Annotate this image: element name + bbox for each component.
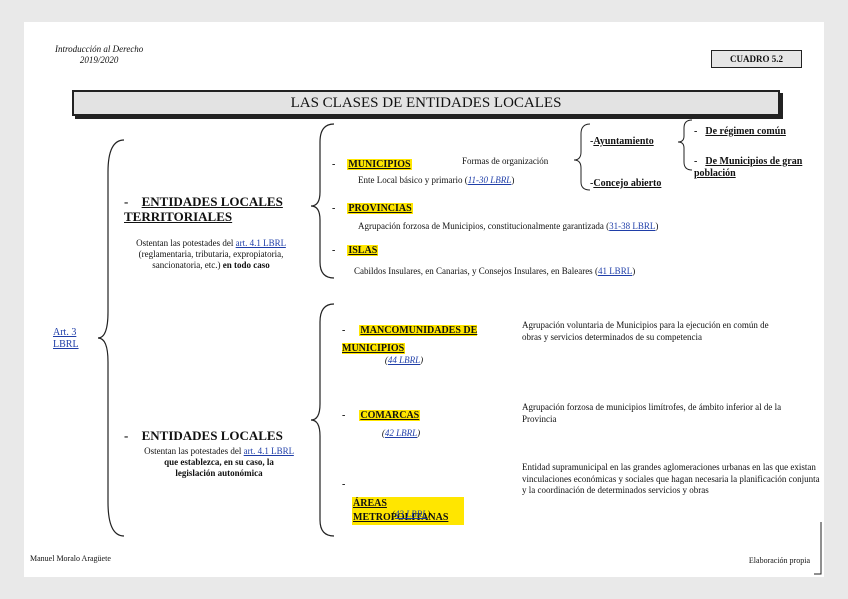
islas-desc-close: ) xyxy=(632,266,636,276)
right-edge-tick xyxy=(814,522,822,575)
municipios-desc: Ente Local básico y primario (11-30 LBRL… xyxy=(358,175,514,186)
comarcas-row: - COMARCAS xyxy=(342,405,421,423)
municipios-label: MUNICIPIOS xyxy=(347,159,412,170)
provincias-desc: Agrupación forzosa de Municipios, consti… xyxy=(358,221,658,232)
territorial-desc-link[interactable]: art. 4.1 LBRL xyxy=(236,238,286,248)
root-brace xyxy=(97,139,125,537)
provincias-row: - PROVINCIAS xyxy=(332,198,413,216)
islas-desc: Cabildos Insulares, en Canarias, y Conse… xyxy=(354,266,635,277)
ayuntamiento-row: -Ayuntamiento xyxy=(590,136,654,147)
org-brace xyxy=(573,123,591,191)
provincias-label: PROVINCIAS xyxy=(347,203,413,214)
comarcas-label: COMARCAS xyxy=(359,410,421,421)
islas-label: ISLAS xyxy=(347,245,379,256)
areas-desc: Entidad supramunicipal en las grandes ag… xyxy=(522,462,820,495)
comarcas-desc: Agrupación forzosa de municipios limítro… xyxy=(522,402,782,424)
concejo-row: -Concejo abierto xyxy=(590,178,662,189)
gran-poblacion-label: De Municipios de gran población xyxy=(694,156,803,179)
document-page: Introducción al Derecho 2019/2020 CUADRO… xyxy=(24,22,824,577)
territorial-desc-prefix: Ostentan las potestades del xyxy=(136,238,234,248)
org-forms-label: Formas de organización xyxy=(462,156,549,166)
other-title: ENTIDADES LOCALES xyxy=(141,428,283,443)
ayuntamiento-label: Ayuntamiento xyxy=(593,136,654,147)
areas-ref: (43 LBRL) xyxy=(391,509,431,519)
islas-link[interactable]: 41 LBRL xyxy=(598,266,632,276)
other-brace xyxy=(310,303,335,537)
territorial-desc-bold: en todo caso xyxy=(222,260,270,270)
mancomunidades-row: - MANCOMUNIDADES DE MUNICIPIOS xyxy=(342,320,492,356)
regimen-comun-label: De régimen común xyxy=(705,126,786,137)
comarcas-ref: (42 LBRL) xyxy=(381,428,421,438)
provincias-desc-text: Agrupación forzosa de Municipios, consti… xyxy=(358,221,610,231)
islas-row: - ISLAS xyxy=(332,240,379,258)
municipios-bullet: - xyxy=(332,159,336,170)
comarcas-bullet: - xyxy=(342,410,346,421)
gran-poblacion-row: - De Municipios de gran población xyxy=(694,156,803,179)
municipios-link[interactable]: 11-30 LBRL xyxy=(468,175,512,185)
territorial-bullet: - xyxy=(124,194,129,209)
mancomunidades-desc: Agrupación voluntaria de Municipios para… xyxy=(522,320,769,342)
territorial-description: Ostentan las potestades del art. 4.1 LBR… xyxy=(136,238,286,271)
other-heading: - ENTIDADES LOCALES xyxy=(124,428,309,443)
other-bullet: - xyxy=(124,428,129,443)
root-link-text[interactable]: Art. 3 LBRL xyxy=(53,327,79,350)
regimen-comun-row: - De régimen común xyxy=(694,126,786,137)
mancomunidades-link[interactable]: 44 LBRL xyxy=(388,355,420,365)
provincias-bullet: - xyxy=(332,203,336,214)
municipios-row: - MUNICIPIOS xyxy=(332,154,412,172)
comarcas-link[interactable]: 42 LBRL xyxy=(385,428,417,438)
territorial-heading: - ENTIDADES LOCALES TERRITORIALES xyxy=(124,194,309,224)
mancomunidades-bullet: - xyxy=(342,325,346,336)
other-desc-link[interactable]: art. 4.1 LBRL xyxy=(244,446,294,456)
other-desc-prefix: Ostentan las potestades del xyxy=(144,446,242,456)
mancomunidades-ref: (44 LBRL) xyxy=(384,355,424,365)
root-link-art3[interactable]: Art. 3 LBRL xyxy=(53,327,93,351)
other-description: Ostentan las potestades del art. 4.1 LBR… xyxy=(144,446,294,479)
islas-bullet: - xyxy=(332,245,336,256)
provincias-desc-close: ) xyxy=(655,221,659,231)
footer-source: Elaboración propia xyxy=(748,556,810,565)
areas-link[interactable]: 43 LBRL xyxy=(395,509,427,519)
territorial-title: ENTIDADES LOCALES TERRITORIALES xyxy=(124,194,283,224)
other-desc-bold: que establezca, en su caso, la legislaci… xyxy=(164,457,274,478)
concejo-abierto-label: Concejo abierto xyxy=(593,178,662,189)
ayuntamiento-brace xyxy=(677,119,693,171)
territorial-brace xyxy=(310,123,335,279)
islas-desc-text: Cabildos Insulares, en Canarias, y Conse… xyxy=(354,266,598,276)
provincias-link[interactable]: 31-38 LBRL xyxy=(609,221,655,231)
mancomunidades-label: MANCOMUNIDADES DE MUNICIPIOS xyxy=(342,325,478,354)
municipios-desc-close: ) xyxy=(511,175,515,185)
areas-bullet: - xyxy=(342,479,346,490)
municipios-desc-text: Ente Local básico y primario ( xyxy=(358,175,468,185)
footer-author: Manuel Moralo Aragüete xyxy=(30,554,111,563)
